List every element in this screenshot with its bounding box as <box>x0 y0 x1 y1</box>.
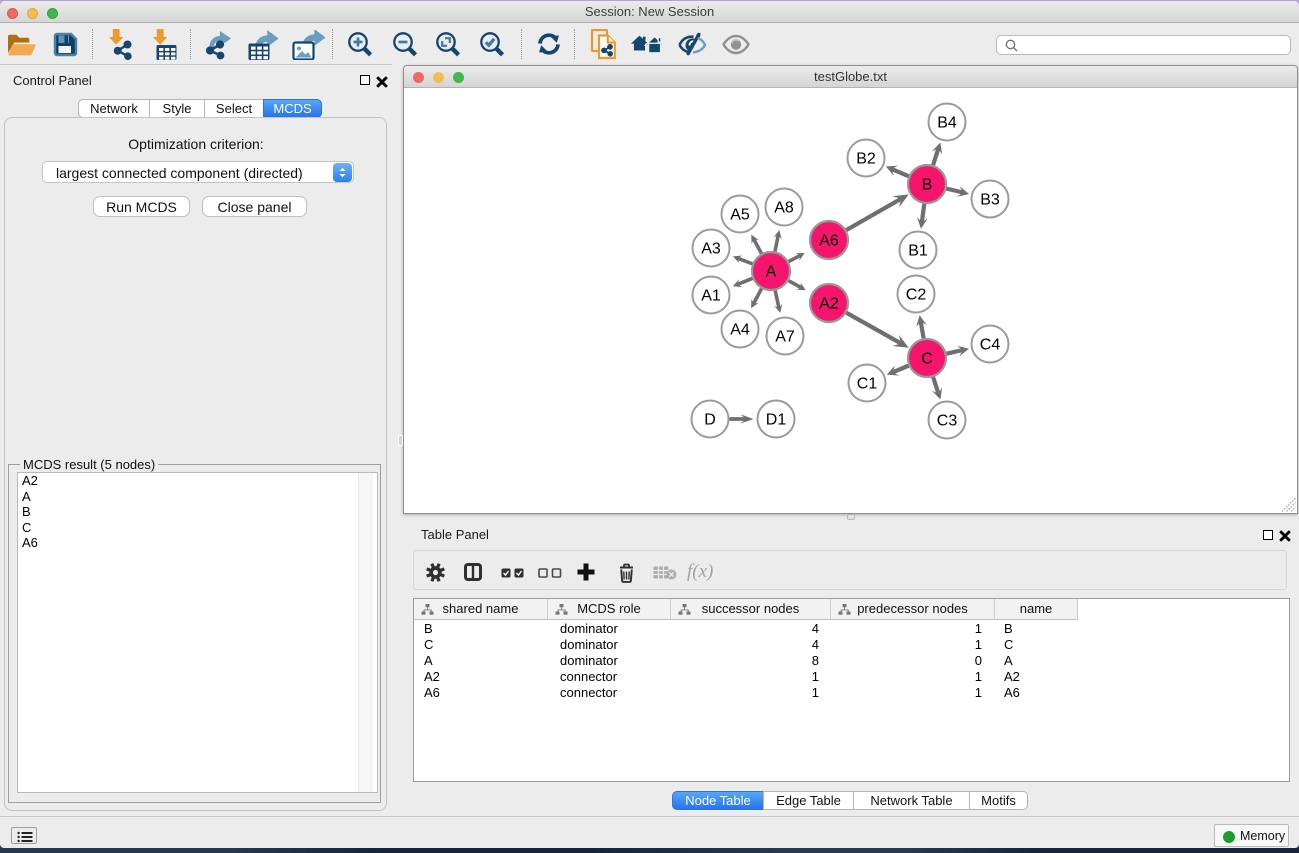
svg-text:B4: B4 <box>937 115 957 132</box>
svg-text:D1: D1 <box>766 412 787 429</box>
svg-text:A6: A6 <box>819 233 839 250</box>
svg-text:A7: A7 <box>775 329 795 346</box>
svg-text:A2: A2 <box>819 296 839 313</box>
svg-text:A4: A4 <box>730 322 750 339</box>
svg-text:C3: C3 <box>937 413 958 430</box>
svg-text:C4: C4 <box>980 337 1001 354</box>
svg-text:C1: C1 <box>857 376 878 393</box>
svg-text:A5: A5 <box>730 207 750 224</box>
svg-text:A8: A8 <box>774 200 794 217</box>
svg-text:A: A <box>766 264 777 281</box>
svg-text:A3: A3 <box>701 241 721 258</box>
svg-text:C2: C2 <box>906 287 927 304</box>
svg-text:D: D <box>704 412 716 429</box>
svg-text:B1: B1 <box>908 243 928 260</box>
svg-text:C: C <box>921 351 933 368</box>
svg-text:A1: A1 <box>701 288 721 305</box>
svg-text:B: B <box>922 177 933 194</box>
svg-text:B2: B2 <box>856 151 876 168</box>
svg-text:B3: B3 <box>980 192 1000 209</box>
